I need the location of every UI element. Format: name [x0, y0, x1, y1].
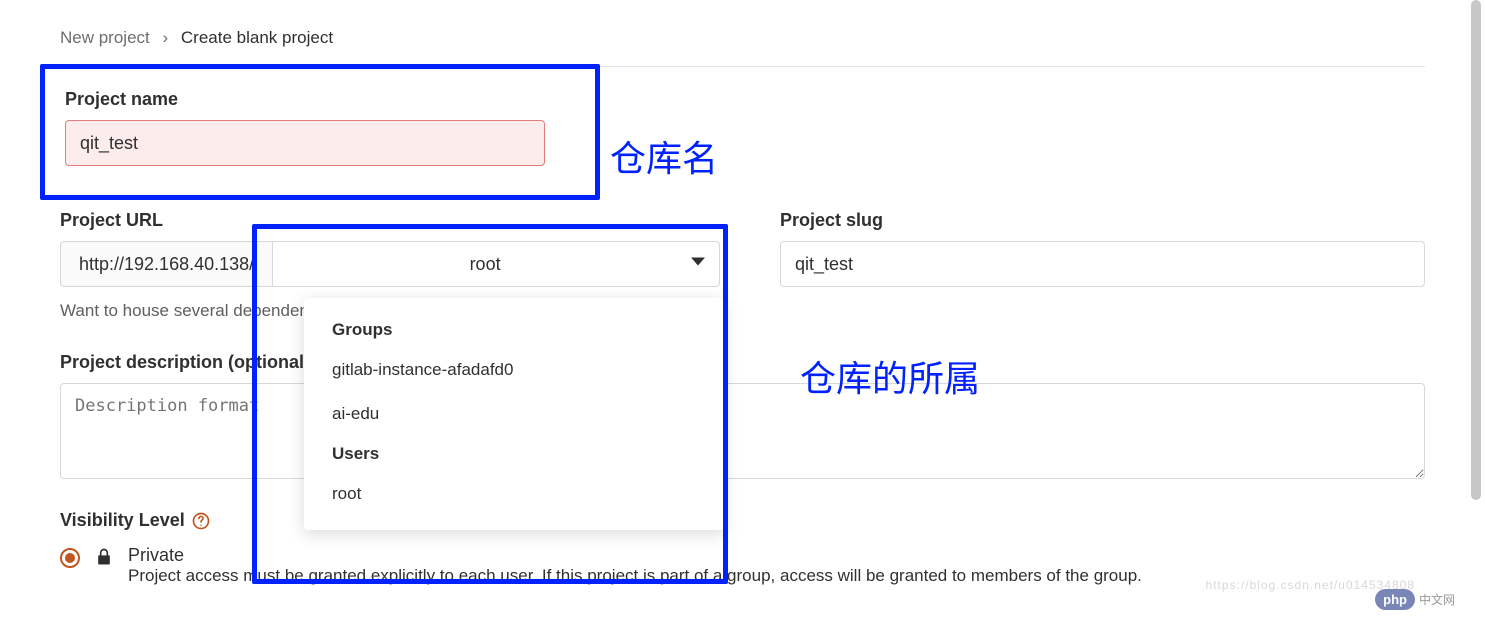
annotation-repo-name: 仓库名 — [610, 130, 718, 182]
dropdown-groups-header: Groups — [304, 312, 724, 348]
site-badge-text: 中文网 — [1419, 591, 1455, 608]
namespace-hint: Want to house several dependent projects… — [60, 301, 1425, 321]
project-name-input[interactable] — [65, 120, 545, 166]
annotation-repo-owner: 仓库的所属 — [800, 350, 980, 402]
breadcrumb: New project › Create blank project — [60, 28, 1425, 48]
project-namespace-select[interactable]: root — [272, 241, 720, 287]
visibility-option-desc: Project access must be granted explicitl… — [128, 566, 1142, 586]
project-url-group: http://192.168.40.138/ root — [60, 241, 720, 287]
visibility-row: Visibility Level Private Project access … — [60, 510, 1425, 586]
description-label: Project description (optional) — [60, 352, 1425, 373]
project-url-row: Project URL http://192.168.40.138/ root … — [60, 210, 1425, 321]
namespace-dropdown[interactable]: Groups gitlab-instance-afadafd0 ai-edu U… — [304, 298, 724, 530]
php-logo-icon: php — [1375, 589, 1415, 610]
dropdown-item-group[interactable]: ai-edu — [304, 392, 724, 436]
project-url-prefix: http://192.168.40.138/ — [60, 241, 272, 287]
project-slug-label: Project slug — [780, 210, 1425, 231]
annotation-box-project-name: Project name — [40, 64, 600, 200]
project-name-label: Project name — [65, 89, 575, 110]
site-badge: php 中文网 — [1375, 589, 1455, 610]
breadcrumb-parent[interactable]: New project — [60, 28, 150, 47]
dropdown-users-header: Users — [304, 436, 724, 472]
radio-selected-icon[interactable] — [60, 548, 80, 568]
project-slug-input[interactable] — [780, 241, 1425, 287]
dropdown-item-user[interactable]: root — [304, 472, 724, 516]
dropdown-item-group[interactable]: gitlab-instance-afadafd0 — [304, 348, 724, 392]
description-row: Project description (optional) — [60, 352, 1425, 484]
visibility-label: Visibility Level — [60, 510, 185, 531]
description-input[interactable] — [60, 383, 1425, 479]
chevron-right-icon: › — [163, 28, 169, 47]
lock-icon — [94, 547, 114, 572]
scrollbar[interactable] — [1471, 0, 1481, 500]
breadcrumb-current: Create blank project — [181, 28, 333, 47]
project-url-label: Project URL — [60, 210, 720, 231]
help-icon[interactable] — [191, 511, 211, 531]
visibility-option-title: Private — [128, 545, 1142, 566]
